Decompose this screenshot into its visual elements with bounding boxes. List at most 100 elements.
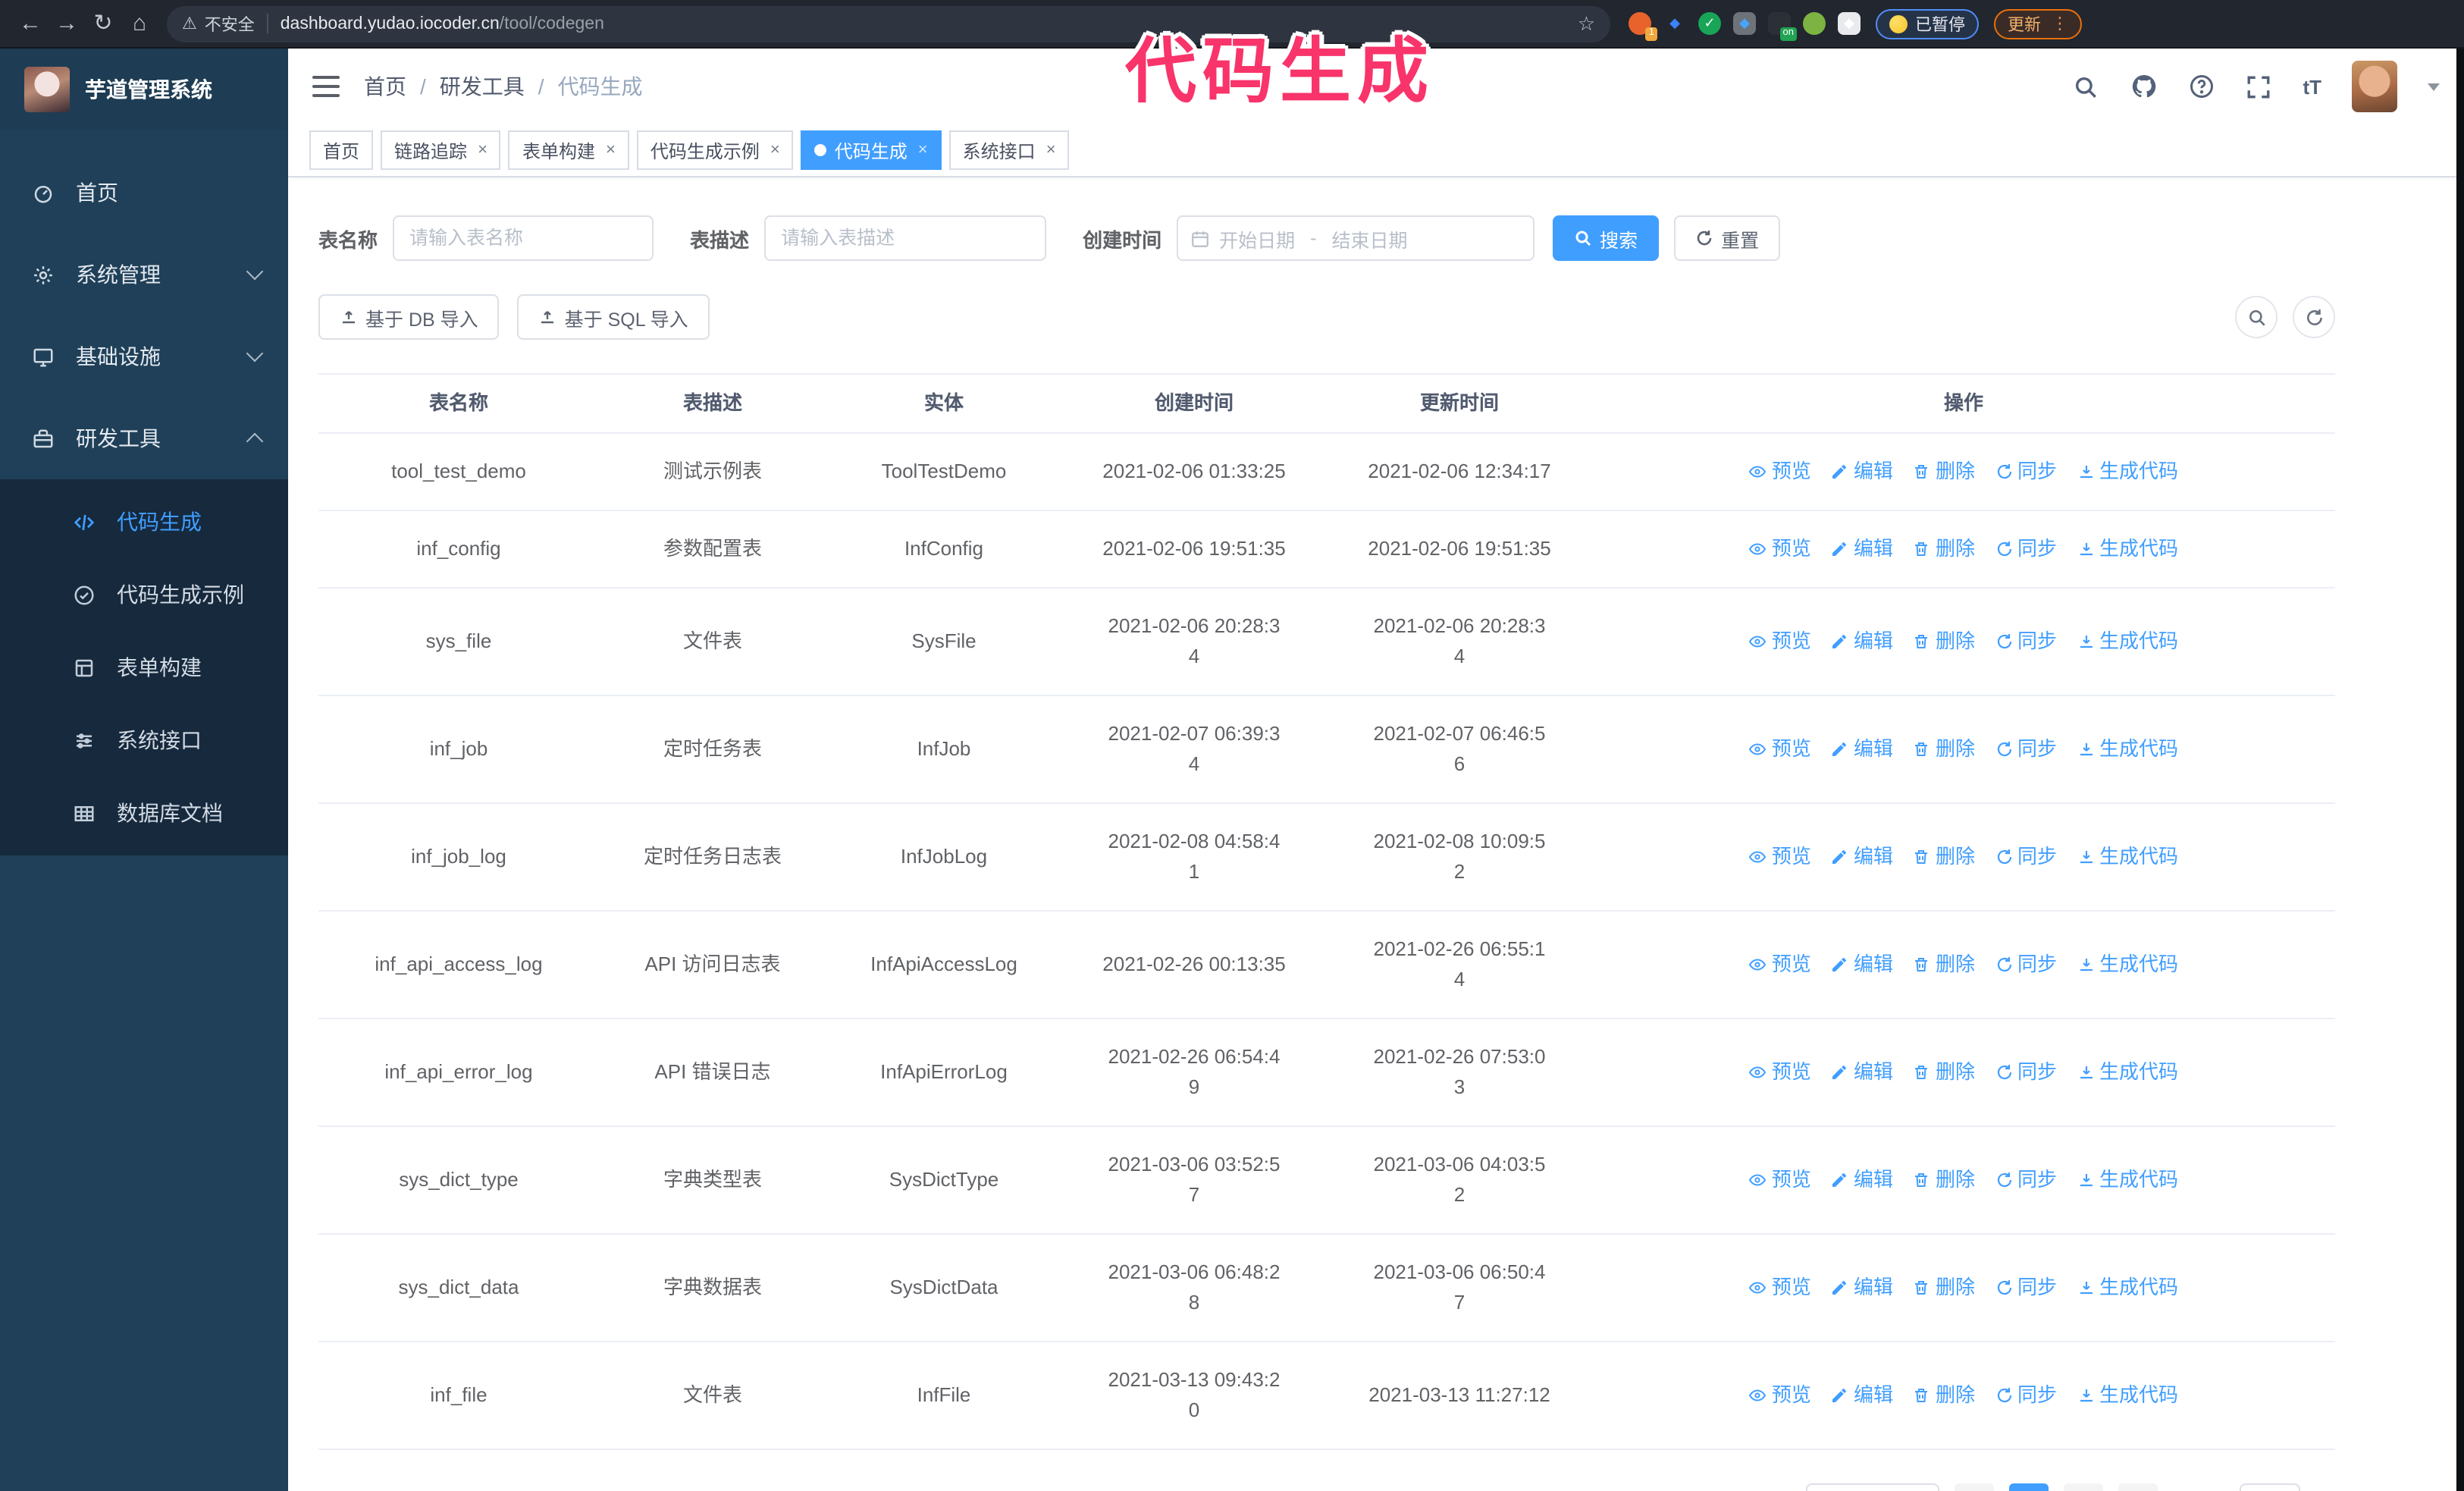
page-number-button[interactable]: 2 — [2063, 1483, 2103, 1491]
collapse-sidebar-icon[interactable] — [312, 76, 340, 97]
tab-close-icon[interactable]: × — [606, 141, 616, 159]
action-eye-link[interactable]: 预览 — [1749, 534, 1811, 564]
action-pencil-link[interactable]: 编辑 — [1831, 734, 1893, 764]
user-avatar[interactable] — [2352, 61, 2397, 112]
extension-green-icon[interactable] — [1803, 12, 1826, 35]
table-name-input[interactable] — [393, 215, 654, 261]
refresh-table-button[interactable] — [2293, 296, 2335, 338]
browser-reload-icon[interactable]: ↻ — [85, 12, 121, 35]
sidebar-submenu-item[interactable]: 代码生成 — [0, 485, 288, 558]
action-download-link[interactable]: 生成代码 — [2077, 534, 2178, 564]
action-download-link[interactable]: 生成代码 — [2077, 457, 2178, 487]
fullscreen-icon[interactable] — [2245, 73, 2272, 100]
page-number-button[interactable]: 1 — [2008, 1483, 2049, 1491]
action-pencil-link[interactable]: 编辑 — [1831, 1273, 1893, 1303]
action-eye-link[interactable]: 预览 — [1749, 842, 1811, 872]
action-pencil-link[interactable]: 编辑 — [1831, 950, 1893, 980]
search-icon[interactable] — [2072, 73, 2099, 100]
action-trash-link[interactable]: 删除 — [1913, 626, 1975, 657]
font-size-icon[interactable]: tT — [2303, 75, 2321, 98]
action-download-link[interactable]: 生成代码 — [2077, 1273, 2178, 1303]
date-range-picker[interactable]: 开始日期 - 结束日期 — [1177, 215, 1535, 261]
extension-dark-on-icon[interactable]: on — [1768, 12, 1797, 41]
browser-update-button[interactable]: 更新 ⋮ — [1994, 8, 2082, 39]
breadcrumb-item[interactable]: 研发工具 — [440, 71, 525, 102]
action-sync-link[interactable]: 同步 — [1995, 1273, 2057, 1303]
tab-close-icon[interactable]: × — [918, 141, 928, 159]
sidebar-menu-item[interactable]: 研发工具 — [0, 397, 288, 479]
action-eye-link[interactable]: 预览 — [1749, 1380, 1811, 1411]
browser-home-icon[interactable]: ⌂ — [121, 12, 158, 35]
action-eye-link[interactable]: 预览 — [1749, 1057, 1811, 1088]
tab[interactable]: 链路追踪 × — [381, 130, 501, 170]
breadcrumb-item[interactable]: 首页 — [364, 71, 406, 102]
action-sync-link[interactable]: 同步 — [1995, 534, 2057, 564]
action-trash-link[interactable]: 删除 — [1913, 457, 1975, 487]
action-eye-link[interactable]: 预览 — [1749, 1165, 1811, 1195]
action-trash-link[interactable]: 删除 — [1913, 734, 1975, 764]
action-sync-link[interactable]: 同步 — [1995, 950, 2057, 980]
action-trash-link[interactable]: 删除 — [1913, 842, 1975, 872]
action-sync-link[interactable]: 同步 — [1995, 457, 2057, 487]
scrollbar[interactable] — [2456, 49, 2464, 1491]
action-download-link[interactable]: 生成代码 — [2077, 1165, 2178, 1195]
tab[interactable]: 系统接口 × — [948, 130, 1070, 170]
action-eye-link[interactable]: 预览 — [1749, 734, 1811, 764]
tab[interactable]: 代码生成 × — [801, 130, 942, 170]
action-download-link[interactable]: 生成代码 — [2077, 734, 2178, 764]
extension-puzzle-icon[interactable]: ◆ — [1838, 12, 1861, 35]
action-pencil-link[interactable]: 编辑 — [1831, 1165, 1893, 1195]
action-eye-link[interactable]: 预览 — [1749, 1273, 1811, 1303]
action-sync-link[interactable]: 同步 — [1995, 1057, 2057, 1088]
import-sql-button[interactable]: 基于 SQL 导入 — [517, 294, 710, 340]
action-eye-link[interactable]: 预览 — [1749, 626, 1811, 657]
tab-close-icon[interactable]: × — [1046, 141, 1056, 159]
action-pencil-link[interactable]: 编辑 — [1831, 1057, 1893, 1088]
sidebar-submenu-item[interactable]: 代码生成示例 — [0, 558, 288, 631]
search-button[interactable]: 搜索 — [1553, 215, 1660, 261]
github-icon[interactable] — [2130, 73, 2157, 100]
tab[interactable]: 表单构建 × — [508, 130, 629, 170]
action-download-link[interactable]: 生成代码 — [2077, 1057, 2178, 1088]
action-pencil-link[interactable]: 编辑 — [1831, 1380, 1893, 1411]
action-trash-link[interactable]: 删除 — [1913, 1273, 1975, 1303]
action-download-link[interactable]: 生成代码 — [2077, 842, 2178, 872]
tab[interactable]: 首页 — [309, 130, 374, 170]
import-db-button[interactable]: 基于 DB 导入 — [318, 294, 500, 340]
action-pencil-link[interactable]: 编辑 — [1831, 457, 1893, 487]
action-trash-link[interactable]: 删除 — [1913, 534, 1975, 564]
browser-back-icon[interactable]: ← — [12, 12, 49, 35]
sidebar-submenu-item[interactable]: 数据库文档 — [0, 777, 288, 849]
browser-forward-icon[interactable]: → — [49, 12, 85, 35]
action-pencil-link[interactable]: 编辑 — [1831, 842, 1893, 872]
sidebar-submenu-item[interactable]: 表单构建 — [0, 631, 288, 704]
action-download-link[interactable]: 生成代码 — [2077, 626, 2178, 657]
action-trash-link[interactable]: 删除 — [1913, 1057, 1975, 1088]
action-pencil-link[interactable]: 编辑 — [1831, 534, 1893, 564]
action-eye-link[interactable]: 预览 — [1749, 950, 1811, 980]
extension-gem-icon[interactable]: ◆ — [1663, 12, 1686, 35]
prev-page-button[interactable]: ‹ — [1954, 1483, 1994, 1491]
tab[interactable]: 代码生成示例 × — [636, 130, 794, 170]
action-sync-link[interactable]: 同步 — [1995, 1380, 2057, 1411]
action-download-link[interactable]: 生成代码 — [2077, 1380, 2178, 1411]
goto-page-input[interactable] — [2239, 1483, 2300, 1491]
action-pencil-link[interactable]: 编辑 — [1831, 626, 1893, 657]
sidebar-menu-item[interactable]: 系统管理 — [0, 234, 288, 315]
toggle-search-button[interactable] — [2235, 296, 2277, 338]
page-size-select[interactable]: 10条/页 — [1805, 1483, 1939, 1491]
action-trash-link[interactable]: 删除 — [1913, 950, 1975, 980]
sidebar-menu-item[interactable]: 基础设施 — [0, 315, 288, 397]
tab-close-icon[interactable]: × — [770, 141, 780, 159]
sidebar-menu-item[interactable]: 首页 — [0, 152, 288, 234]
next-page-button[interactable]: › — [2118, 1483, 2158, 1491]
reset-button[interactable]: 重置 — [1674, 215, 1781, 261]
security-warning-icon[interactable]: ⚠ — [182, 14, 197, 33]
action-trash-link[interactable]: 删除 — [1913, 1380, 1975, 1411]
tab-close-icon[interactable]: × — [478, 141, 487, 159]
action-sync-link[interactable]: 同步 — [1995, 1165, 2057, 1195]
profile-paused-chip[interactable]: 已暂停 — [1876, 8, 1979, 39]
chevron-down-icon[interactable] — [2428, 83, 2440, 90]
bookmark-star-icon[interactable]: ☆ — [1578, 11, 1595, 36]
browser-menu-icon[interactable]: ⋮ — [2052, 14, 2068, 33]
